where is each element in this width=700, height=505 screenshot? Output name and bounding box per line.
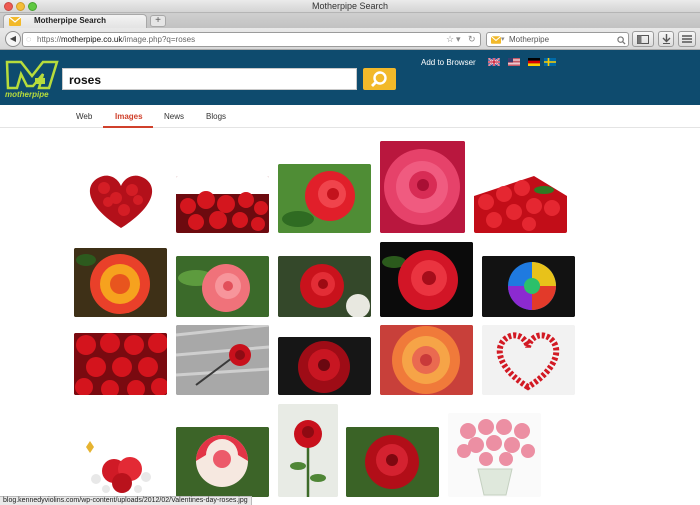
image-result[interactable]	[482, 256, 575, 317]
image-result[interactable]	[278, 164, 371, 233]
image-result[interactable]	[474, 176, 567, 233]
site-header: motherpipe roses Add to Browser	[0, 50, 700, 105]
swedish-flag-icon[interactable]	[544, 58, 556, 66]
back-button[interactable]: ◀	[5, 31, 21, 47]
dropdown-arrow-icon[interactable]: ▾	[456, 34, 461, 45]
url-bar[interactable]: ◌ https://motherpipe.co.uk/image.php?q=r…	[22, 32, 481, 47]
selected-tab-indicator	[103, 126, 153, 128]
image-result[interactable]	[76, 166, 166, 233]
window-panel-icon	[637, 35, 649, 44]
tab-blogs[interactable]: Blogs	[206, 112, 226, 121]
search-input[interactable]: roses	[62, 68, 357, 90]
us-flag-icon[interactable]	[508, 58, 520, 66]
search-button[interactable]	[363, 68, 396, 90]
mail-favicon-icon	[9, 17, 21, 26]
image-result[interactable]	[176, 325, 269, 395]
navigation-toolbar: ◀ ◌ https://motherpipe.co.uk/image.php?q…	[0, 28, 700, 50]
search-vertical-tabs: Web Images News Blogs	[0, 105, 700, 128]
url-text: https://motherpipe.co.uk/image.php?q=ros…	[37, 35, 196, 44]
image-result[interactable]	[448, 413, 541, 497]
downloads-button[interactable]	[658, 31, 674, 47]
browser-tab[interactable]: Motherpipe Search	[3, 14, 147, 28]
image-result[interactable]	[176, 427, 269, 497]
reload-icon[interactable]: ↻	[468, 34, 476, 45]
window-title: Motherpipe Search	[311, 1, 389, 11]
status-bar-url: blog.kennedyviolins.com/wp-content/uploa…	[0, 496, 252, 505]
magnifier-icon[interactable]	[617, 36, 626, 45]
browser-search-box[interactable]: ▾ Motherpipe	[486, 32, 629, 47]
new-tab-button[interactable]: +	[150, 15, 166, 27]
image-result[interactable]	[278, 337, 371, 395]
tab-strip: Motherpipe Search +	[0, 13, 700, 28]
tab-news[interactable]: News	[164, 112, 184, 121]
globe-icon: ◌	[26, 34, 32, 44]
add-to-browser-link[interactable]: Add to Browser	[421, 58, 476, 67]
image-result[interactable]	[176, 176, 269, 233]
browser-tab-label: Motherpipe Search	[34, 16, 107, 25]
menu-button[interactable]	[678, 31, 696, 47]
search-engine-label: Motherpipe	[509, 35, 550, 44]
download-arrow-icon	[662, 34, 670, 44]
tab-web[interactable]: Web	[76, 112, 92, 121]
window-titlebar: Motherpipe Search	[0, 0, 700, 13]
search-icon	[371, 71, 387, 87]
tab-images[interactable]: Images	[115, 112, 143, 121]
logo-wordmark: motherpipe	[5, 90, 49, 99]
image-result[interactable]	[278, 404, 338, 497]
german-flag-icon[interactable]	[528, 58, 540, 66]
image-result[interactable]	[346, 427, 439, 497]
image-result[interactable]	[380, 242, 473, 317]
sidebar-toggle-button[interactable]	[632, 31, 654, 47]
image-result[interactable]	[176, 256, 269, 317]
image-result[interactable]	[380, 141, 465, 233]
image-result[interactable]	[278, 256, 371, 317]
hamburger-menu-icon	[682, 35, 692, 43]
image-result[interactable]	[380, 325, 473, 395]
image-result[interactable]	[74, 248, 167, 317]
mail-search-engine-icon	[491, 36, 501, 44]
image-result[interactable]	[482, 325, 575, 395]
image-result[interactable]	[76, 437, 166, 497]
bookmark-star-icon[interactable]: ☆	[446, 34, 454, 45]
uk-flag-icon[interactable]	[488, 58, 500, 66]
engine-dropdown-icon[interactable]: ▾	[501, 35, 505, 43]
image-result[interactable]	[74, 333, 167, 395]
